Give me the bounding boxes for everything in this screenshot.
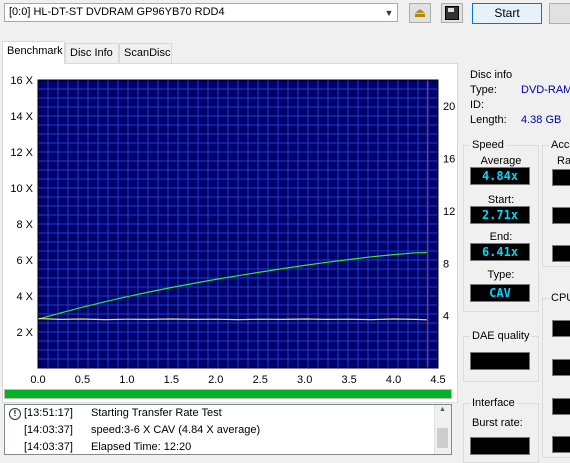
log-message: Elapsed Time: 12:20 [91, 441, 192, 453]
cpu-value-2 [552, 359, 570, 376]
log-time: [13:51:17] [24, 407, 73, 419]
x-tick-label: 1.0 [119, 374, 134, 386]
dae-quality-group: DAE quality [463, 330, 539, 382]
access-group: Acce Ra [542, 139, 570, 267]
x-tick-label: 1.5 [164, 374, 179, 386]
eject-button[interactable]: ⏏ [409, 3, 431, 23]
end-speed-value: 6.41x [470, 243, 530, 261]
log-time: [14:03:37] [24, 424, 73, 436]
tab-scandisc[interactable]: ScanDisc [119, 43, 172, 63]
log-entry: [14:03:37] Elapsed Time: 12:20 [5, 439, 435, 454]
cpu-value-3 [552, 398, 570, 415]
random-access-label: Ra [557, 155, 570, 167]
average-label: Average [480, 155, 522, 167]
speed-type-value: CAV [470, 284, 530, 302]
speed-type-label: Type: [487, 269, 515, 281]
y-left-tick-label: 10 X [10, 183, 33, 195]
y-right-tick-label: 16 [443, 154, 455, 166]
scroll-up-icon[interactable]: ▲ [437, 406, 448, 414]
tab-benchmark[interactable]: Benchmark [2, 41, 65, 64]
x-tick-label: 2.5 [253, 374, 268, 386]
length-label: Length: [470, 114, 507, 126]
burst-rate-label: Burst rate: [472, 417, 523, 429]
eject-icon: ⏏ [413, 5, 427, 20]
drive-select-value: [0:0] HL-DT-ST DVDRAM GP96YB70 RDD4 [9, 6, 225, 18]
disc-length-value: 4.38 GB [521, 114, 562, 126]
speed-group: Speed Average 4.84x Start: 2.71x End: 6.… [463, 139, 539, 312]
info-icon: ! [9, 408, 21, 420]
cpu-group: CPU [542, 292, 570, 458]
y-left-tick-label: 12 X [10, 147, 33, 159]
x-tick-label: 3.0 [297, 374, 312, 386]
log-message: Starting Transfer Rate Test [91, 407, 222, 419]
log-entry: ! [13:51:17] Starting Transfer Rate Test [5, 405, 435, 422]
log-list[interactable]: ! [13:51:17] Starting Transfer Rate Test… [4, 404, 452, 455]
save-button[interactable] [441, 3, 463, 23]
x-tick-label: 3.5 [341, 374, 356, 386]
y-left-tick-label: 6 X [16, 255, 33, 267]
start-button[interactable]: Start [472, 3, 542, 24]
progress-fill [5, 390, 451, 398]
cpu-value-1 [552, 320, 570, 337]
x-tick-label: 2.0 [208, 374, 223, 386]
log-time: [14:03:37] [24, 441, 73, 453]
x-tick-label: 0.0 [30, 374, 45, 386]
x-tick-label: 4.5 [430, 374, 445, 386]
start-label: Start: [487, 194, 515, 206]
y-right-tick-label: 4 [443, 311, 449, 323]
y-left-tick-label: 4 X [16, 291, 33, 303]
access-value-2 [552, 207, 570, 224]
x-tick-label: 0.5 [75, 374, 90, 386]
access-value-3 [552, 245, 570, 262]
scrollbar-thumb[interactable] [437, 428, 448, 448]
burst-rate-value [470, 437, 530, 455]
y-right-tick-label: 12 [443, 206, 455, 218]
interface-group: Interface Burst rate: [463, 397, 539, 463]
access-title: Acce [549, 139, 570, 151]
random-access-value [552, 169, 570, 186]
speed-title: Speed [470, 139, 506, 151]
start-speed-value: 2.71x [470, 206, 530, 224]
x-tick-label: 4.0 [386, 374, 401, 386]
interface-title: Interface [470, 397, 517, 409]
log-scrollbar[interactable]: ▲ [434, 405, 451, 454]
cpu-title: CPU [549, 292, 570, 304]
y-right-tick-label: 8 [443, 258, 449, 270]
type-label: Type: [470, 84, 497, 96]
log-message: speed:3-6 X CAV (4.84 X average) [91, 424, 261, 436]
progress-bar [4, 389, 452, 399]
average-speed-value: 4.84x [470, 167, 530, 185]
drive-select[interactable]: [0:0] HL-DT-ST DVDRAM GP96YB70 RDD4 ▼ [4, 3, 398, 22]
y-left-tick-label: 8 X [16, 219, 33, 231]
y-left-tick-label: 2 X [16, 327, 33, 339]
chevron-down-icon[interactable]: ▼ [381, 4, 397, 21]
log-entry: [14:03:37] speed:3-6 X CAV (4.84 X avera… [5, 422, 435, 439]
disc-type-value: DVD-RAM [521, 84, 570, 96]
disc-info-title: Disc info [470, 69, 513, 81]
tab-disc-info[interactable]: Disc Info [65, 43, 119, 63]
end-label: End: [489, 231, 513, 243]
dae-quality-value [470, 352, 530, 370]
disc-info-group: Disc info Type: DVD-RAM ID: Length: 4.38… [467, 69, 570, 129]
cpu-value-4 [552, 436, 570, 453]
dae-quality-title: DAE quality [470, 330, 532, 342]
floppy-disk-icon [445, 6, 459, 20]
toolbar-button[interactable] [549, 3, 570, 24]
y-left-tick-label: 14 X [10, 111, 33, 123]
transfer-rate-chart: 2 X 4 X 6 X 8 X 10 X 12 X 14 X 16 X 4 8 12 16 20 0.0 0… [10, 75, 455, 386]
y-left-tick-label: 16 X [10, 75, 33, 87]
y-right-tick-label: 20 [443, 101, 455, 113]
id-label: ID: [470, 99, 485, 111]
